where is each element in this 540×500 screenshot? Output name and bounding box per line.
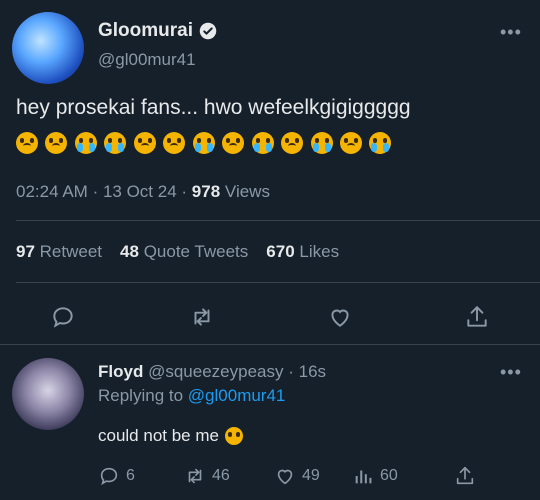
author-display-name[interactable]: Gloomurai — [98, 20, 193, 42]
views-count: 978 — [191, 182, 221, 201]
divider — [16, 220, 540, 221]
tweet-text: hey prosekai fans... hwo wefeelkgigigggg… — [16, 96, 411, 119]
pleading-face-icon — [16, 132, 38, 154]
divider — [0, 344, 540, 345]
author-avatar[interactable] — [12, 12, 84, 84]
slight-frown-icon — [222, 132, 245, 154]
retweets-stat[interactable]: 97 Retweet — [16, 242, 102, 262]
reply-display-name[interactable]: Floyd — [98, 362, 143, 381]
quotes-count: 48 — [120, 242, 139, 261]
replying-to-label: Replying to — [98, 386, 184, 405]
reply-header: Floyd @squeezeypeasy · 16s — [98, 362, 326, 382]
emoji-row — [16, 132, 394, 154]
sob-icon — [104, 132, 127, 154]
tweet-date[interactable]: 13 Oct 24 — [103, 182, 177, 201]
reply-views-button[interactable]: 60 — [352, 465, 398, 487]
reply-retweet-button[interactable]: 46 — [184, 465, 230, 487]
sob-icon — [251, 132, 274, 154]
divider — [16, 282, 540, 283]
separator-dot: · — [92, 182, 103, 201]
reply-more-options-icon[interactable]: ••• — [500, 362, 522, 383]
sob-icon — [74, 132, 97, 154]
replying-to-line: Replying to @gl00mur41 — [98, 386, 285, 406]
stats-row: 97 Retweet 48 Quote Tweets 670 Likes — [16, 242, 339, 262]
sob-icon — [192, 132, 215, 154]
reply-text: could not be me — [98, 426, 219, 445]
frowning-face-icon — [163, 132, 186, 154]
likes-count: 670 — [266, 242, 295, 261]
slight-frown-icon — [281, 132, 304, 154]
replying-to-handle[interactable]: @gl00mur41 — [188, 386, 286, 405]
reply-like-button[interactable]: 49 — [274, 465, 320, 487]
reply-views-count: 60 — [380, 467, 398, 484]
separator-dot: · — [288, 362, 294, 381]
reply-icon[interactable] — [50, 304, 76, 330]
reply-icon — [98, 465, 120, 487]
reply-actions: 6 46 49 60 — [98, 465, 478, 487]
likes-stat[interactable]: 670 Likes — [266, 242, 339, 262]
retweet-icon — [184, 465, 206, 487]
pleading-face-icon — [133, 132, 156, 154]
reply-share-icon[interactable] — [454, 465, 476, 487]
separator-dot: · — [181, 182, 192, 201]
reply-text-line: could not be me — [98, 426, 246, 446]
retweets-count: 97 — [16, 242, 35, 261]
reply-replies-count: 6 — [126, 467, 135, 484]
slight-frown-icon — [339, 132, 362, 154]
sob-icon — [310, 132, 333, 154]
reply-time[interactable]: 16s — [299, 362, 326, 381]
sob-icon — [369, 132, 392, 154]
views-label: Views — [224, 182, 270, 201]
reply-reply-button[interactable]: 6 — [98, 465, 135, 487]
reply-author-avatar[interactable] — [12, 358, 84, 430]
author-handle[interactable]: @gl00mur41 — [98, 50, 196, 70]
author-name-row[interactable]: Gloomurai — [98, 20, 217, 42]
pleading-face-icon — [45, 132, 68, 154]
tweet-time[interactable]: 02:24 AM — [16, 182, 88, 201]
retweets-label: Retweet — [39, 242, 103, 261]
like-icon — [274, 465, 296, 487]
reply-retweets-count: 46 — [212, 467, 230, 484]
like-icon[interactable] — [326, 304, 354, 330]
retweet-icon[interactable] — [188, 304, 216, 330]
reply-likes-count: 49 — [302, 467, 320, 484]
yawning-face-icon — [224, 427, 243, 445]
reply-handle[interactable]: @squeezeypeasy — [148, 362, 283, 381]
quotes-stat[interactable]: 48 Quote Tweets — [120, 242, 248, 262]
quotes-label: Quote Tweets — [143, 242, 249, 261]
share-icon[interactable] — [464, 304, 490, 330]
views-chart-icon — [352, 465, 374, 487]
timestamp-line: 02:24 AM · 13 Oct 24 · 978 Views — [16, 182, 270, 202]
verified-badge-icon — [199, 22, 217, 40]
more-options-icon[interactable]: ••• — [500, 22, 522, 43]
likes-label: Likes — [299, 242, 340, 261]
